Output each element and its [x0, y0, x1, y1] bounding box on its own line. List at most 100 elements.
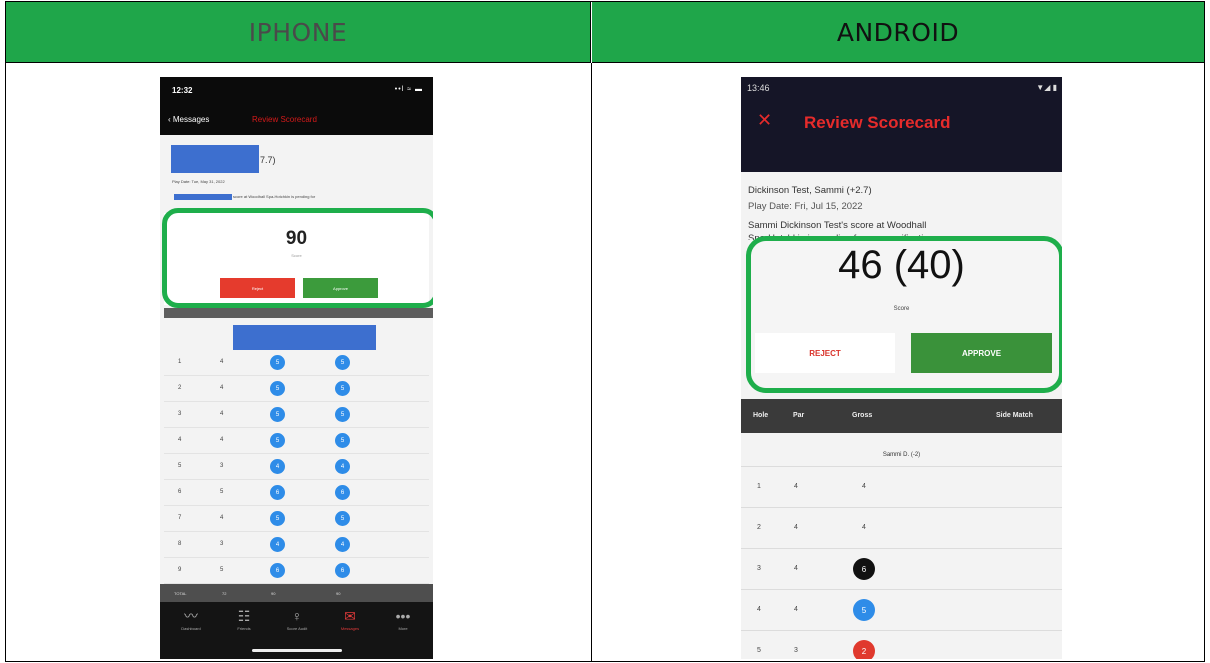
col-par: Par — [793, 412, 805, 419]
ios-back-button[interactable]: ‹ Messages — [168, 115, 209, 124]
gross-score-badge: 5 — [270, 381, 285, 396]
hole-par: 3 — [794, 647, 798, 654]
ios-top-bar: 12:32 ••l ≈ ▬ ‹ Messages Review Scorecar… — [160, 77, 433, 135]
table-row: 8 3 4 4 — [164, 532, 429, 558]
gross-score-badge: 5 — [853, 599, 875, 621]
table-row: 6 5 6 6 — [164, 480, 429, 506]
table-row: 2 4 5 5 — [164, 376, 429, 402]
hole-number: 2 — [757, 524, 761, 531]
table-row: 7 4 5 5 — [164, 506, 429, 532]
hole-par: 4 — [220, 515, 224, 521]
hole-number: 5 — [757, 647, 761, 654]
table-row: 4 4 5 — [741, 589, 1062, 630]
hole-number: 4 — [178, 437, 182, 443]
redacted-name-block — [171, 145, 259, 173]
ios-total-side: 90 — [336, 591, 341, 596]
android-nav-title: Review Scorecard — [804, 113, 951, 132]
column-divider — [591, 63, 592, 661]
android-top-bar: 13:46 ▼◢ ▮ ✕ Review Scorecard — [741, 77, 1062, 172]
ios-highlight-outline — [162, 208, 433, 308]
ios-total-label: TOTAL — [174, 591, 187, 596]
iphone-screenshot: 12:32 ••l ≈ ▬ ‹ Messages Review Scorecar… — [160, 77, 433, 659]
gross-score-badge: 5 — [270, 407, 285, 422]
ios-play-date: Play Date: Tue, May 31, 2022 — [172, 179, 225, 184]
ios-status-time: 12:32 — [172, 86, 193, 95]
tab-score-audit[interactable]: ♀ Score Audit — [272, 606, 322, 642]
ios-total-row: TOTAL 72 90 90 — [160, 584, 433, 602]
gross-score-badge: 6 — [853, 558, 875, 580]
hole-number: 8 — [178, 541, 182, 547]
android-play-date: Play Date: Fri, Jul 15, 2022 — [748, 201, 863, 212]
hole-par: 5 — [220, 489, 224, 495]
hole-number: 1 — [178, 359, 182, 365]
android-player-short: Sammi D. (-2) — [882, 452, 921, 458]
tab-label: More — [398, 626, 408, 631]
table-row: 1 4 4 — [741, 466, 1062, 507]
hole-number: 3 — [178, 411, 182, 417]
tab-dashboard[interactable]: 〰 Dashboard — [166, 606, 216, 642]
ios-nav-title: Review Scorecard — [252, 115, 317, 124]
table-row: 5 3 4 4 — [164, 454, 429, 480]
gross-score-badge: 5 — [270, 355, 285, 370]
gross-score-badge: 4 — [270, 459, 285, 474]
android-highlight-outline — [746, 236, 1062, 393]
side-score-badge: 4 — [335, 459, 350, 474]
redacted-player-block — [174, 194, 232, 200]
side-score-badge: 6 — [335, 563, 350, 578]
hole-par: 4 — [220, 359, 224, 365]
close-icon[interactable]: ✕ — [757, 110, 772, 131]
hole-number: 5 — [178, 463, 182, 469]
lightbulb-icon: ♀ — [291, 608, 303, 624]
side-score-badge: 4 — [335, 537, 350, 552]
side-score-badge: 5 — [335, 511, 350, 526]
gross-score-badge: 6 — [270, 485, 285, 500]
tab-label: Messages — [340, 626, 360, 631]
hole-par: 4 — [794, 565, 798, 572]
hole-par: 4 — [794, 524, 798, 531]
ios-handicap: 7.7) — [260, 155, 276, 165]
tab-friends[interactable]: ☷ Friends — [219, 606, 269, 642]
tab-label: Dashboard — [181, 626, 201, 631]
android-status-icons: ▼◢ ▮ — [1036, 83, 1057, 92]
hole-number: 7 — [178, 515, 182, 521]
hole-number: 1 — [757, 483, 761, 490]
ios-pending-text: score at Woodhall Spa-Hotchkin is pendin… — [233, 194, 316, 199]
android-player-line: Dickinson Test, Sammi (+2.7) — [748, 185, 872, 196]
hole-number: 6 — [178, 489, 182, 495]
side-score-badge: 5 — [335, 381, 350, 396]
gross-score: 4 — [862, 483, 866, 490]
table-row: 9 5 6 6 — [164, 558, 429, 584]
side-score-badge: 6 — [335, 485, 350, 500]
hole-par: 3 — [220, 541, 224, 547]
table-row: 5 3 2 — [741, 630, 1062, 659]
tab-more[interactable]: ••• More — [378, 606, 428, 642]
header-iphone: IPHONE — [6, 2, 591, 63]
header-android: ANDROID — [592, 2, 1204, 63]
col-hole: Hole — [753, 412, 769, 419]
mail-icon: ✉ — [344, 608, 356, 624]
table-row: 1 4 5 5 — [164, 350, 429, 376]
tab-messages[interactable]: ✉ Messages — [325, 606, 375, 642]
hole-par: 3 — [220, 463, 224, 469]
gross-score: 4 — [862, 524, 866, 531]
android-table-header: Hole Par Gross Side Match — [741, 399, 1062, 433]
side-score-badge: 5 — [335, 355, 350, 370]
col-side-match: Side Match — [996, 412, 1033, 419]
table-row: 4 4 5 5 — [164, 428, 429, 454]
table-row: 3 4 5 5 — [164, 402, 429, 428]
gross-score-badge: 5 — [270, 511, 285, 526]
ios-back-label: Messages — [172, 115, 210, 124]
hole-par: 4 — [220, 385, 224, 391]
ios-status-icons: ••l ≈ ▬ — [394, 86, 423, 93]
android-screenshot: 13:46 ▼◢ ▮ ✕ Review Scorecard Dickinson … — [741, 77, 1062, 659]
ios-total-par: 72 — [222, 591, 227, 596]
redacted-column-header — [233, 325, 376, 350]
gross-score-badge: 4 — [270, 537, 285, 552]
hole-par: 4 — [220, 411, 224, 417]
gross-score-badge: 2 — [853, 640, 875, 659]
col-gross: Gross — [852, 412, 873, 419]
ios-table-header-band — [164, 308, 433, 318]
tab-label: Friends — [237, 626, 251, 631]
side-score-badge: 5 — [335, 407, 350, 422]
more-icon: ••• — [395, 608, 411, 624]
